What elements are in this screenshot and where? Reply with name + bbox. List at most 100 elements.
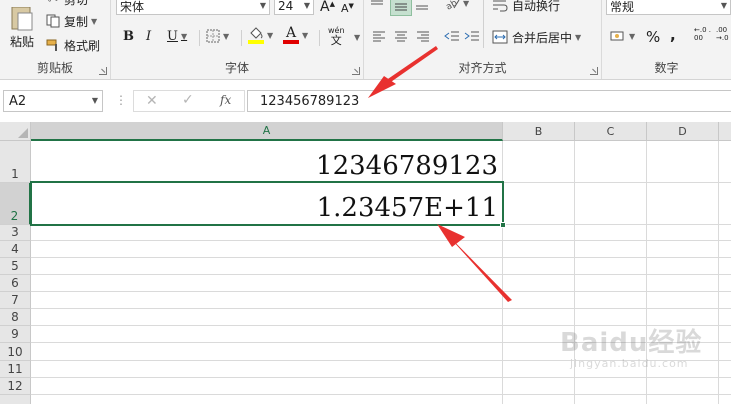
copy-label: 复制 <box>64 14 89 29</box>
watermark-main: Baidu经验 <box>560 328 703 358</box>
row-header-5[interactable]: 5 <box>0 258 31 275</box>
alignment-separator <box>483 0 484 48</box>
merge-center-icon <box>492 30 508 44</box>
clipboard-launcher-icon[interactable] <box>99 67 107 75</box>
fill-handle[interactable] <box>500 222 506 228</box>
alignment-group-label: 对齐方式 <box>458 61 507 75</box>
format-painter-button[interactable]: 格式刷 <box>46 36 100 54</box>
underline-icon: U <box>167 29 178 44</box>
column-header-c[interactable]: C <box>575 122 647 141</box>
paste-button[interactable]: 粘贴 <box>6 0 38 50</box>
phonetic-button[interactable]: wén 文 <box>328 26 345 47</box>
font-separator-2 <box>241 30 242 46</box>
phonetic-dropdown-icon[interactable]: ▼ <box>354 33 360 42</box>
align-left-icon <box>372 30 386 42</box>
fill-color-button[interactable]: ▼ <box>248 27 273 44</box>
borders-icon <box>206 29 220 43</box>
bold-button[interactable]: B <box>123 29 134 44</box>
italic-icon: I <box>146 29 152 44</box>
formula-buttons: ✕ ✓ fx <box>133 90 245 112</box>
alignment-launcher-icon[interactable] <box>590 67 598 75</box>
increase-indent-button[interactable] <box>464 30 480 42</box>
row-header-10[interactable]: 10 <box>0 343 31 361</box>
font-name-arrow-icon: ▼ <box>259 1 266 10</box>
column-header-a[interactable]: A <box>31 122 503 141</box>
percent-button[interactable]: % <box>646 28 660 46</box>
orientation-button[interactable]: ab ▼ <box>444 0 469 10</box>
gridline <box>31 291 731 292</box>
accounting-format-button[interactable]: ▼ <box>610 29 635 43</box>
borders-dropdown-icon[interactable]: ▼ <box>223 32 229 41</box>
number-format-dropdown[interactable]: 常规 ▼ <box>606 0 731 15</box>
comma-button[interactable]: , <box>670 26 676 44</box>
row-header-4[interactable]: 4 <box>0 241 31 258</box>
row-header-9[interactable]: 9 <box>0 326 31 343</box>
font-color-button[interactable]: A ▼ <box>283 26 308 44</box>
align-top-button[interactable] <box>370 0 388 12</box>
format-painter-label: 格式刷 <box>64 38 101 53</box>
merge-center-button[interactable]: 合并后居中 ▼ <box>492 28 581 46</box>
font-name-dropdown[interactable]: 宋体 ▼ <box>116 0 270 15</box>
row-header-7[interactable]: 7 <box>0 292 31 309</box>
underline-button[interactable]: U ▼ <box>167 29 187 44</box>
decrease-decimal-icon: .00 →.0 <box>716 26 729 42</box>
name-box-value: A2 <box>9 93 27 109</box>
formula-bar-handle-icon[interactable]: ⋮ <box>115 93 127 107</box>
gridline <box>31 308 731 309</box>
font-launcher-icon[interactable] <box>352 67 360 75</box>
column-header-d[interactable]: D <box>647 122 719 141</box>
shrink-font-button[interactable]: A ▼ <box>341 1 354 15</box>
italic-button[interactable]: I <box>146 29 151 44</box>
cut-button[interactable]: ✂ 剪切 <box>46 0 88 7</box>
row-header-1[interactable]: 1 <box>0 141 31 183</box>
borders-button[interactable]: ▼ <box>206 29 229 43</box>
bold-icon: B <box>123 29 134 44</box>
font-name-value: 宋体 <box>120 0 145 14</box>
watermark-sub: jingyan.baidu.com <box>570 357 689 370</box>
row-header-12[interactable]: 12 <box>0 378 31 395</box>
align-center-button[interactable] <box>394 30 408 42</box>
font-color-dropdown-icon[interactable]: ▼ <box>302 31 308 40</box>
row-header-13[interactable] <box>0 395 31 404</box>
row-header-2[interactable]: 2 <box>0 183 31 225</box>
fill-bucket-icon <box>248 27 264 44</box>
copy-dropdown-icon[interactable]: ▼ <box>91 17 97 26</box>
wrap-text-button[interactable]: 自动换行 <box>492 0 560 14</box>
align-middle-button[interactable] <box>390 0 412 16</box>
decrease-indent-button[interactable] <box>444 30 460 42</box>
accounting-dropdown-icon[interactable]: ▼ <box>629 32 635 41</box>
baidu-watermark: Baidu经验 jingyan.baidu.com <box>560 322 702 370</box>
fill-color-dropdown-icon[interactable]: ▼ <box>267 31 273 40</box>
row-header-8[interactable]: 8 <box>0 309 31 326</box>
enter-icon[interactable]: ✓ <box>182 92 194 108</box>
column-header-e[interactable] <box>719 122 731 141</box>
cell-a1[interactable]: 12346789123 <box>31 141 502 182</box>
copy-button[interactable]: 复制 ▼ <box>46 12 97 30</box>
align-left-button[interactable] <box>372 30 386 42</box>
clipboard-group: 粘贴 ✂ 剪切 复制 ▼ 格式刷 剪贴板 <box>0 0 111 79</box>
decrease-decimal-button[interactable]: .00 →.0 <box>716 26 731 42</box>
cancel-icon[interactable]: ✕ <box>146 93 158 109</box>
underline-dropdown-icon[interactable]: ▼ <box>181 32 187 41</box>
formula-input[interactable]: 123456789123 <box>247 90 731 112</box>
row-header-6[interactable]: 6 <box>0 275 31 292</box>
paste-label: 粘贴 <box>9 35 34 49</box>
font-group-label: 字体 <box>224 61 249 75</box>
font-separator-3 <box>319 30 320 46</box>
increase-decimal-button[interactable]: ←.0 .00 <box>694 26 712 42</box>
grow-font-button[interactable]: A ▲ <box>320 0 335 15</box>
insert-function-icon[interactable]: fx <box>220 93 231 107</box>
merge-center-dropdown-icon[interactable]: ▼ <box>575 33 581 42</box>
row-header-11[interactable]: 11 <box>0 361 31 378</box>
name-box[interactable]: A2 ▼ <box>3 90 103 112</box>
orientation-dropdown-icon[interactable]: ▼ <box>463 0 469 8</box>
align-bottom-button[interactable] <box>415 0 433 12</box>
align-right-button[interactable] <box>416 30 430 42</box>
column-header-b[interactable]: B <box>503 122 575 141</box>
clipboard-group-label: 剪贴板 <box>36 61 73 75</box>
number-group-label: 数字 <box>654 61 679 75</box>
row-header-3[interactable]: 3 <box>0 225 31 241</box>
select-all-button[interactable] <box>0 122 31 141</box>
name-box-arrow-icon[interactable]: ▼ <box>92 96 98 105</box>
font-size-dropdown[interactable]: 24 ▼ <box>274 0 314 15</box>
